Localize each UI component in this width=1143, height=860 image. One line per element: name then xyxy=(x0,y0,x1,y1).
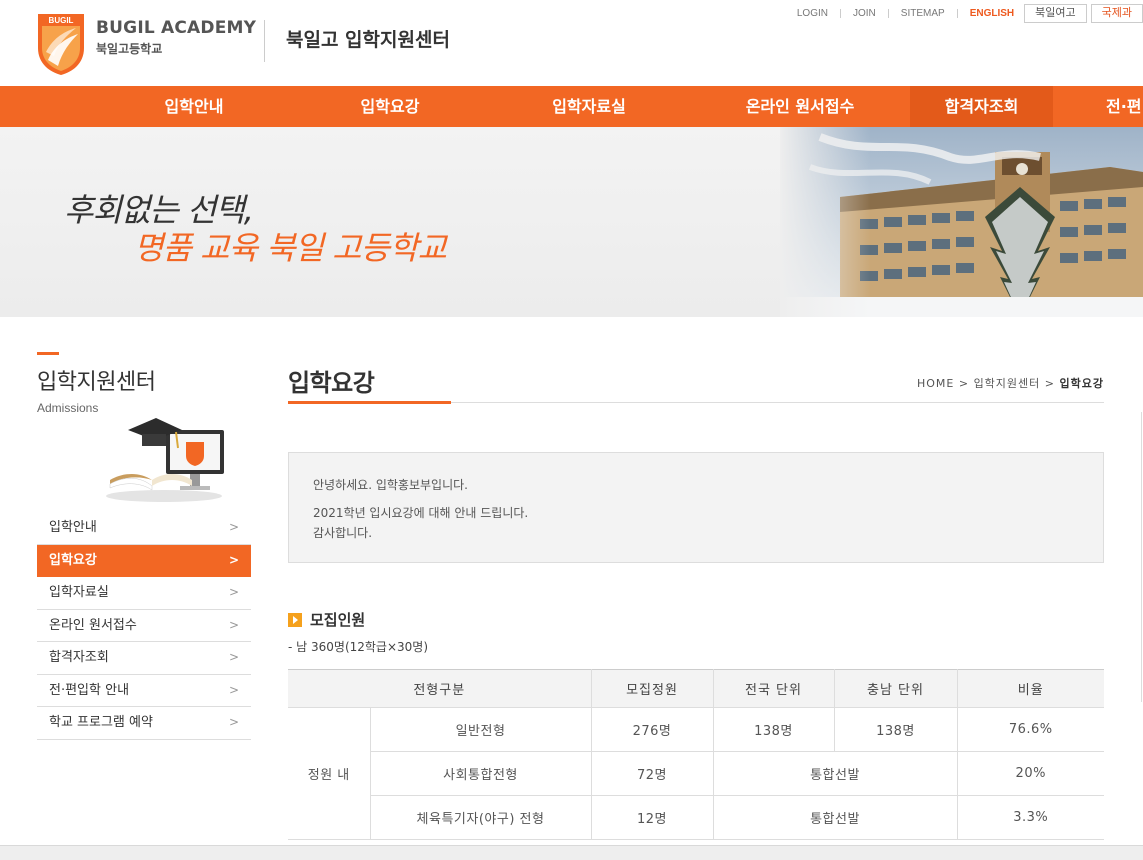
sidebar-accent-mark xyxy=(37,352,59,355)
merged-selection-cell: 통합선발 xyxy=(712,795,958,840)
bottom-scroll-bar[interactable] xyxy=(0,845,1143,860)
header-divider xyxy=(264,20,265,62)
column-header: 모집정원 xyxy=(590,669,714,708)
sidebar-item-label: 입학자료실 xyxy=(49,585,109,600)
sidebar-subtitle: Admissions xyxy=(37,401,99,415)
column-header: 전국 단위 xyxy=(712,669,835,708)
util-separator xyxy=(887,8,889,18)
chevron-right-icon: > xyxy=(228,682,239,697)
svg-text:BUGIL: BUGIL xyxy=(49,16,74,25)
nav-transfer[interactable]: 전·편 xyxy=(1100,86,1143,127)
merged-selection-cell: 통합선발 xyxy=(712,751,958,796)
greeting-box: 안녕하세요. 입학홍보부입니다. 2021학년 입시요강에 대해 안내 드립니다… xyxy=(288,452,1104,563)
sidebar-item-result-lookup[interactable]: 합격자조회 > xyxy=(37,642,251,675)
table-row: 정원 내 일반전형 276명 138명 138명 76.6% xyxy=(288,707,1104,840)
sidebar-item-online-application[interactable]: 온라인 원서접수 > xyxy=(37,610,251,642)
breadcrumb-separator: > xyxy=(958,377,970,390)
banner-slogan-line2: 명품 교육 북일 고등학교 xyxy=(134,229,447,267)
table-header-row: 전형구분 모집정원 전국 단위 충남 단위 비율 xyxy=(288,669,1104,708)
right-divider xyxy=(1141,412,1142,702)
section-title: 모집인원 xyxy=(288,609,365,630)
sidebar-item-label: 온라인 원서접수 xyxy=(49,617,137,633)
title-underline-accent xyxy=(288,401,451,404)
quota-cell: 276명 xyxy=(590,707,714,752)
nav-online-application[interactable]: 온라인 원서접수 xyxy=(716,86,884,127)
type-cell: 일반전형 xyxy=(369,707,592,752)
greeting-line: 2021학년 입시요강에 대해 안내 드립니다. xyxy=(313,506,529,520)
chungnam-cell: 138명 xyxy=(833,707,958,752)
util-separator xyxy=(840,8,841,18)
login-link[interactable]: LOGIN xyxy=(797,8,828,19)
graduation-monitor-illustration xyxy=(106,418,224,502)
breadcrumb-current: 입학요강 xyxy=(1059,377,1104,390)
sidebar-menu: 입학안내 > 입학요강 > 입학자료실 > 온라인 원서접수 > 합격자조회 > 전·편입… xyxy=(37,512,251,740)
sidebar-item-admission-guide[interactable]: 입학요강 > xyxy=(37,544,251,577)
quota-cell: 12명 xyxy=(590,795,714,840)
school-building-image xyxy=(780,127,1143,317)
nav-admission-info[interactable]: 입학안내 xyxy=(130,86,258,127)
chevron-right-icon: > xyxy=(228,520,239,534)
ratio-cell: 3.3% xyxy=(956,795,1104,840)
sidebar-item-label: 입학요강 xyxy=(49,552,97,568)
type-cell: 사회통합전형 xyxy=(370,751,592,796)
table-row: 체육특기자(야구) 전형 12명 통합선발 3.3% xyxy=(288,795,1104,840)
main-navigation: 입학안내 입학요강 입학자료실 온라인 원서접수 합격자조회 전·편 xyxy=(0,86,1143,127)
greeting-line: 안녕하세요. 입학홍보부입니다. xyxy=(313,478,468,492)
group-cell: 정원 내 xyxy=(288,707,371,840)
column-header: 전형구분 xyxy=(288,669,592,708)
breadcrumb: HOME > 입학지원센터 > 입학요강 xyxy=(917,375,1104,391)
ratio-cell: 76.6% xyxy=(956,707,1104,752)
sidebar-item-transfer[interactable]: 전·편입학 안내 > xyxy=(37,675,251,707)
sidebar-item-program-reservation[interactable]: 학교 프로그램 예약 > xyxy=(37,707,251,740)
column-header: 비율 xyxy=(956,669,1104,708)
sidebar-item-admission-info[interactable]: 입학안내 > xyxy=(37,512,251,545)
recruitment-table: 전형구분 모집정원 전국 단위 충남 단위 비율 정원 내 일반전형 276명 … xyxy=(288,669,1104,840)
international-link[interactable]: 국제과 xyxy=(1090,3,1143,23)
greeting-line: 감사합니다. xyxy=(313,526,373,540)
sidebar-title: 입학지원센터 xyxy=(37,370,156,395)
chevron-right-icon: > xyxy=(228,715,239,729)
chevron-right-icon: > xyxy=(228,552,239,567)
nav-admission-guide[interactable]: 입학요강 xyxy=(326,86,454,127)
chevron-right-icon: > xyxy=(228,617,239,632)
sidebar-item-label: 전·편입학 안내 xyxy=(49,682,130,698)
english-link[interactable]: ENGLISH xyxy=(970,8,1014,19)
national-cell: 138명 xyxy=(712,707,835,752)
sidebar-item-materials[interactable]: 입학자료실 > xyxy=(37,577,251,610)
site-header: BUGIL BUGIL ACADEMY 북일고등학교 북일고 입학지원센터 LO… xyxy=(0,0,1143,86)
nav-result-lookup[interactable]: 합격자조회 xyxy=(910,86,1053,127)
girls-school-link[interactable]: 북일여고 xyxy=(1024,3,1087,23)
hero-banner: 후회없는 선택, 명품 교육 북일 고등학교 xyxy=(0,127,1143,317)
section-title-text: 모집인원 xyxy=(310,611,366,629)
util-separator xyxy=(956,8,958,18)
nav-admission-materials[interactable]: 입학자료실 xyxy=(520,86,658,127)
type-cell: 체육특기자(야구) 전형 xyxy=(370,795,592,840)
logo-english-name[interactable]: BUGIL ACADEMY xyxy=(96,18,256,38)
column-header: 충남 단위 xyxy=(833,669,958,708)
join-link[interactable]: JOIN xyxy=(853,8,876,19)
quota-cell: 72명 xyxy=(590,751,714,796)
play-arrow-icon xyxy=(288,612,302,627)
chevron-right-icon: > xyxy=(228,650,239,664)
breadcrumb-separator: > xyxy=(1044,377,1056,390)
utility-menu: LOGIN JOIN SITEMAP ENGLISH 북일여고 국제과 xyxy=(797,3,1143,23)
section-description: - 남 360명(12학급×30명) xyxy=(288,640,429,654)
table-row: 사회통합전형 72명 통합선발 20% xyxy=(288,751,1104,796)
logo-korean-name[interactable]: 북일고등학교 xyxy=(96,40,162,57)
ratio-cell: 20% xyxy=(956,751,1104,796)
sidebar-item-label: 학교 프로그램 예약 xyxy=(49,715,153,730)
center-title[interactable]: 북일고 입학지원센터 xyxy=(286,25,450,52)
breadcrumb-home[interactable]: HOME xyxy=(917,377,954,390)
breadcrumb-center[interactable]: 입학지원센터 xyxy=(974,377,1041,390)
page-title: 입학요강 xyxy=(288,369,375,397)
school-logo-icon[interactable]: BUGIL xyxy=(36,12,86,76)
sidebar-item-label: 입학안내 xyxy=(49,520,97,535)
sidebar-item-label: 합격자조회 xyxy=(49,650,109,665)
sitemap-link[interactable]: SITEMAP xyxy=(901,8,945,19)
chevron-right-icon: > xyxy=(228,585,239,599)
